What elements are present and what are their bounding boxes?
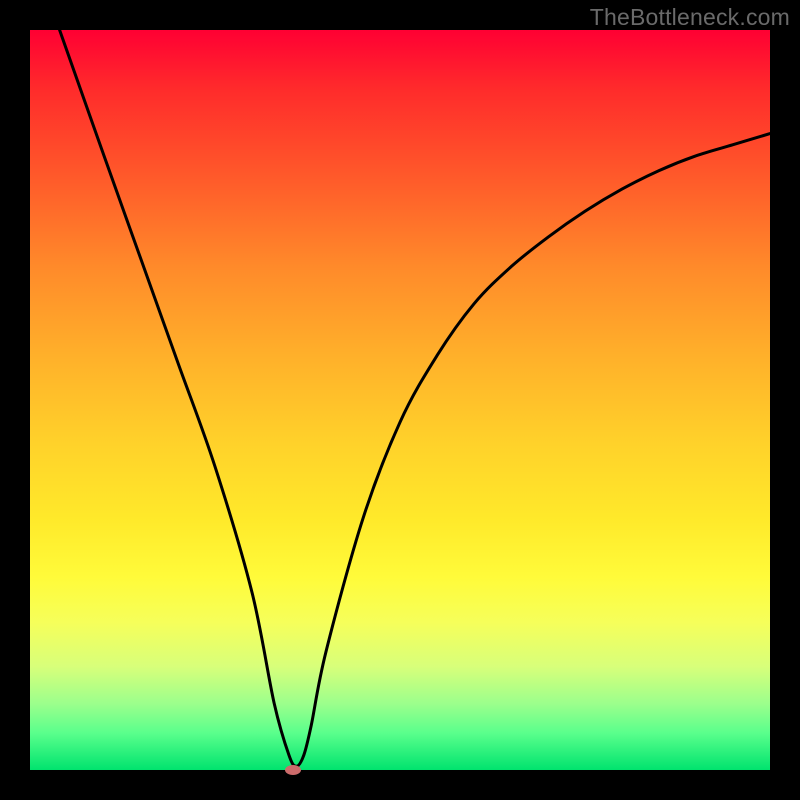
- bottleneck-curve: [30, 30, 770, 770]
- plot-area: [30, 30, 770, 770]
- watermark-text: TheBottleneck.com: [590, 4, 790, 31]
- chart-frame: TheBottleneck.com: [0, 0, 800, 800]
- minimum-marker: [285, 765, 301, 775]
